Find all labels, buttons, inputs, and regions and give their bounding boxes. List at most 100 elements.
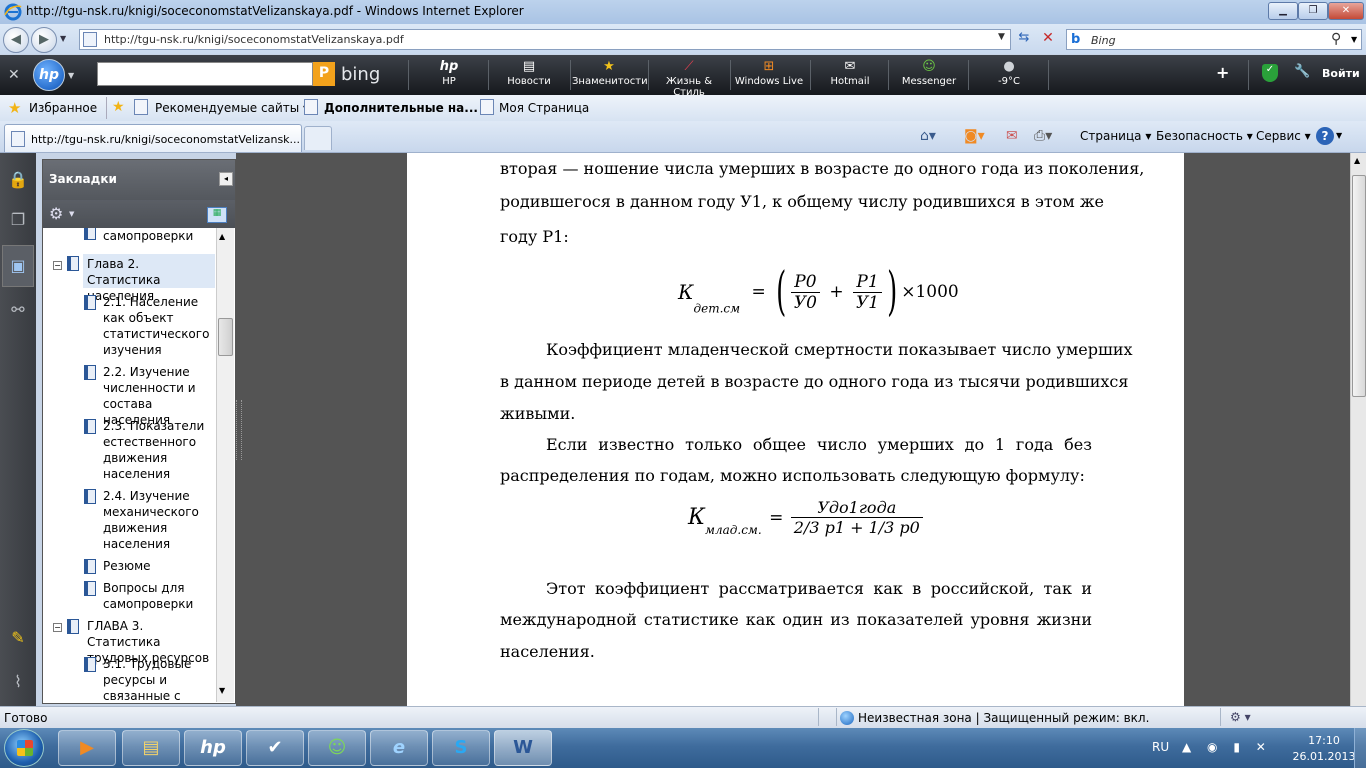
bookmarks-scrollbar[interactable]: ▲ ▼ xyxy=(216,228,234,702)
maximize-button[interactable]: ❐ xyxy=(1298,2,1328,20)
gear-icon[interactable]: ⚙ xyxy=(49,204,63,223)
taskbar-explorer[interactable]: ▤ xyxy=(122,730,180,766)
address-dropdown-icon[interactable]: ▼ xyxy=(998,32,1005,42)
lock-icon[interactable]: 🔒 xyxy=(7,168,29,192)
search-input[interactable]: b Bing ⚲ ▼ xyxy=(1066,29,1362,50)
mail-icon[interactable]: ✉ xyxy=(1006,128,1018,144)
taskbar-hp[interactable]: hp xyxy=(184,730,242,766)
taskbar-skype[interactable]: S xyxy=(432,730,490,766)
help-dropdown-icon[interactable]: ▼ xyxy=(1336,131,1342,140)
hp-item-messenger[interactable]: ☺ Messenger xyxy=(894,58,964,92)
shield-icon[interactable]: ✓ xyxy=(1262,64,1278,82)
bookmark-item-chapter-3[interactable]: − ГЛАВА 3. Статистика трудовых ресурсов xyxy=(43,618,216,665)
hp-item-hotmail[interactable]: ✉ Hotmail xyxy=(818,58,882,92)
page-menu[interactable]: Страница ▾ xyxy=(1080,129,1151,143)
collapse-panel-icon[interactable]: ◂ xyxy=(219,172,233,186)
scroll-up-icon[interactable]: ▲ xyxy=(219,232,225,241)
comments-icon[interactable]: ✎ xyxy=(7,626,29,650)
hp-item-news[interactable]: ▤ Новости xyxy=(496,58,562,92)
scroll-up-icon[interactable]: ▲ xyxy=(1354,156,1360,165)
taskbar-internet-explorer[interactable]: e xyxy=(370,730,428,766)
pages-icon[interactable]: ❐ xyxy=(7,208,29,232)
history-dropdown-icon[interactable]: ▼ xyxy=(60,34,66,43)
security-menu[interactable]: Безопасность ▾ xyxy=(1156,129,1253,143)
zoom-icon[interactable]: ⚙ ▾ xyxy=(1230,710,1251,724)
bookmark-item[interactable]: 2.2. Изучение численности и состава насе… xyxy=(43,364,216,427)
toolbar-separator xyxy=(408,60,409,90)
pane-splitter[interactable] xyxy=(236,400,242,460)
close-toolbar-icon[interactable]: ✕ xyxy=(8,67,20,83)
hp-item-lifestyle[interactable]: ⟋ Жизнь & Стиль xyxy=(650,58,728,98)
document-scrollbar[interactable]: ▲ xyxy=(1350,153,1366,706)
hp-dropdown-icon[interactable]: ▼ xyxy=(68,71,74,80)
scrollbar-thumb[interactable] xyxy=(218,318,233,356)
security-zone[interactable]: Неизвестная зона | Защищенный режим: вкл… xyxy=(858,711,1149,725)
back-button[interactable]: ◀ xyxy=(3,27,29,53)
taskbar-tasks[interactable]: ✔ xyxy=(246,730,304,766)
tray-icons[interactable]: ▲ ◉ ▮ ✕ xyxy=(1182,740,1272,754)
bookmark-item[interactable]: 2.1. Население как объект статистическог… xyxy=(43,294,216,358)
scrollbar-thumb[interactable] xyxy=(1352,175,1366,397)
bing-search-input[interactable] xyxy=(97,62,313,86)
home-icon[interactable]: ⌂▾ xyxy=(920,128,936,144)
toolbar-separator xyxy=(810,60,811,90)
attachment-icon[interactable]: ⌇ xyxy=(7,670,29,694)
refresh-icon[interactable]: ⇆ xyxy=(1014,30,1034,49)
star-icon: ★ xyxy=(603,59,615,74)
bookmark-item[interactable]: Резюме xyxy=(43,558,216,576)
add-favorite-icon[interactable]: ★ xyxy=(112,99,125,115)
taskbar-messenger[interactable]: ☺ xyxy=(308,730,366,766)
hp-item-weather[interactable]: ● -9°C xyxy=(976,58,1042,92)
new-tab-button[interactable] xyxy=(304,126,332,150)
expand-bookmark-icon[interactable]: ▦ xyxy=(207,207,227,223)
collapse-toggle-icon[interactable]: − xyxy=(53,261,62,270)
add-icon[interactable]: + xyxy=(1216,63,1229,82)
collapse-toggle-icon[interactable]: − xyxy=(53,623,62,632)
bookmark-item-chapter-2[interactable]: − Глава 2. Статистика населения xyxy=(53,254,215,303)
tab-active[interactable]: http://tgu-nsk.ru/knigi/soceconomstatVel… xyxy=(4,124,302,152)
login-button[interactable]: Войти xyxy=(1322,67,1360,80)
favorites-star-icon[interactable]: ★ xyxy=(8,99,21,117)
page-icon xyxy=(83,32,97,47)
additional-link[interactable]: Дополнительные на... ▾ xyxy=(324,101,488,115)
search-icon[interactable]: ⚲ xyxy=(1331,31,1341,47)
wrench-icon[interactable]: 🔧 xyxy=(1294,64,1310,79)
formula-subscript: млад.см. xyxy=(705,523,762,537)
minimize-button[interactable]: ▁ xyxy=(1268,2,1298,20)
hp-item-celebrities[interactable]: ★ Знаменитости xyxy=(572,58,648,92)
address-bar[interactable]: http://tgu-nsk.ru/knigi/soceconomstatVel… xyxy=(79,29,1011,50)
bing-search-button[interactable]: P xyxy=(313,62,335,86)
search-dropdown-icon[interactable]: ▼ xyxy=(1351,35,1357,44)
bookmark-item[interactable]: самопроверки xyxy=(43,228,216,246)
bookmark-item[interactable]: 2.3. Показатели естественного движения н… xyxy=(43,418,216,482)
forward-button[interactable]: ▶ xyxy=(31,27,57,53)
show-desktop-button[interactable] xyxy=(1354,728,1366,768)
options-dropdown-icon[interactable]: ▼ xyxy=(69,210,74,218)
hp-item-hp[interactable]: hp HP xyxy=(418,58,480,92)
taskbar-media-player[interactable]: ▶ xyxy=(58,730,116,766)
help-icon[interactable]: ? xyxy=(1316,127,1334,145)
start-button[interactable] xyxy=(4,729,44,767)
bookmark-icon xyxy=(84,657,96,672)
rss-icon[interactable]: ◙▾ xyxy=(964,128,985,144)
hp-logo-icon[interactable]: hp xyxy=(33,59,65,91)
bookmark-item[interactable]: Вопросы для самопроверки xyxy=(43,580,216,614)
favorites-button[interactable]: Избранное xyxy=(29,101,97,115)
recommended-sites-link[interactable]: Рекомендуемые сайты ▾ xyxy=(155,101,309,115)
close-button[interactable]: ✕ xyxy=(1328,2,1364,20)
stop-icon[interactable]: ✕ xyxy=(1038,30,1058,49)
service-menu[interactable]: Сервис ▾ xyxy=(1256,129,1311,143)
my-page-link[interactable]: Моя Страница xyxy=(499,101,589,115)
fraction-numerator: P1 xyxy=(853,272,883,293)
print-icon[interactable]: ⎙▾ xyxy=(1034,128,1052,144)
scroll-down-icon[interactable]: ▼ xyxy=(219,686,225,695)
taskbar-word[interactable]: W xyxy=(494,730,552,766)
language-indicator[interactable]: RU xyxy=(1152,740,1169,754)
bookmark-item[interactable]: 2.4. Изучение механического движения нас… xyxy=(43,488,216,552)
clock-time[interactable]: 17:10 xyxy=(1296,734,1352,747)
bookmark-item[interactable]: 3.1. Трудовые ресурсы и связанные с ними xyxy=(43,656,216,702)
hp-item-windows-live[interactable]: ⊞ Windows Live xyxy=(734,58,804,92)
clock-date[interactable]: 26.01.2013 xyxy=(1286,750,1362,763)
binoculars-icon[interactable]: ⚯ xyxy=(7,298,29,322)
title-bar: http://tgu-nsk.ru/knigi/soceconomstatVel… xyxy=(0,0,1366,24)
